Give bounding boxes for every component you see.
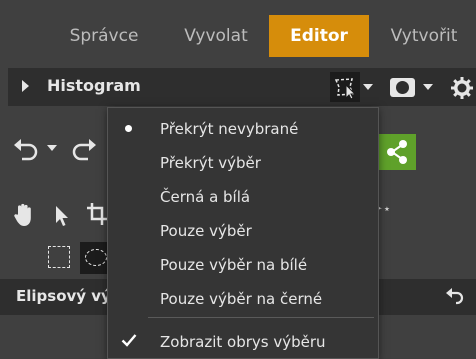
- menu-item-selection-only[interactable]: Pouze výběr: [108, 213, 378, 247]
- menu-separator: [148, 317, 374, 318]
- ellipse-panel-title: Elipsový výběr: [16, 287, 108, 305]
- tab-vytvorit[interactable]: Vytvořit: [374, 15, 474, 57]
- gear-icon[interactable]: [450, 76, 474, 100]
- menu-item-label: Překrýt výběr: [160, 154, 261, 172]
- arrow-icon[interactable]: [53, 204, 71, 228]
- mask-dropdown-caret-icon[interactable]: [423, 84, 433, 90]
- menu-item-label: Pouze výběr: [160, 222, 252, 240]
- histogram-title: Histogram: [47, 76, 141, 95]
- menu-item-black-white[interactable]: Černá a bílá: [108, 179, 378, 213]
- tab-editor[interactable]: Editor: [269, 15, 369, 57]
- selection-overlay-icon: [334, 78, 357, 100]
- menu-item-selection-on-black[interactable]: Pouze výběr na černé: [108, 281, 378, 315]
- tab-vyvolat[interactable]: Vyvolat: [166, 15, 266, 57]
- redo-icon[interactable]: [70, 136, 98, 162]
- bullet-icon: [125, 125, 132, 132]
- menu-item-overlay-selection[interactable]: Překrýt výběr: [108, 145, 378, 179]
- menu-item-show-outline[interactable]: Zobrazit obrys výběru: [108, 324, 378, 358]
- undo-icon[interactable]: [12, 136, 40, 162]
- tab-spravce[interactable]: Správce: [52, 15, 156, 57]
- rect-select-icon[interactable]: [48, 246, 70, 268]
- menu-item-label: Překrýt nevybrané: [160, 120, 299, 138]
- crop-icon[interactable]: [86, 202, 108, 226]
- menu-item-label: Pouze výběr na černé: [160, 290, 323, 308]
- menu-item-label: Černá a bílá: [160, 188, 251, 206]
- mask-icon[interactable]: [390, 78, 415, 97]
- histogram-header: Histogram: [8, 68, 476, 106]
- check-icon: [121, 334, 137, 347]
- selection-overlay-button[interactable]: [330, 72, 360, 102]
- undo-dropdown-caret-icon[interactable]: [47, 145, 57, 151]
- mode-tabs: Správce Vyvolat Editor Vytvořit: [0, 0, 476, 60]
- menu-item-overlay-unselected[interactable]: Překrýt nevybrané: [108, 111, 378, 145]
- hand-icon[interactable]: [12, 202, 36, 228]
- reset-icon[interactable]: [444, 287, 464, 305]
- share-button[interactable]: [378, 134, 416, 170]
- expand-caret-icon[interactable]: [22, 80, 29, 92]
- share-icon: [387, 140, 407, 164]
- menu-item-selection-on-white[interactable]: Pouze výběr na bílé: [108, 247, 378, 281]
- menu-item-label: Zobrazit obrys výběru: [160, 333, 326, 351]
- selection-overlay-menu: Překrýt nevybrané Překrýt výběr Černá a …: [107, 107, 379, 359]
- menu-item-label: Pouze výběr na bílé: [160, 256, 308, 274]
- selection-dropdown-caret-icon[interactable]: [363, 84, 373, 90]
